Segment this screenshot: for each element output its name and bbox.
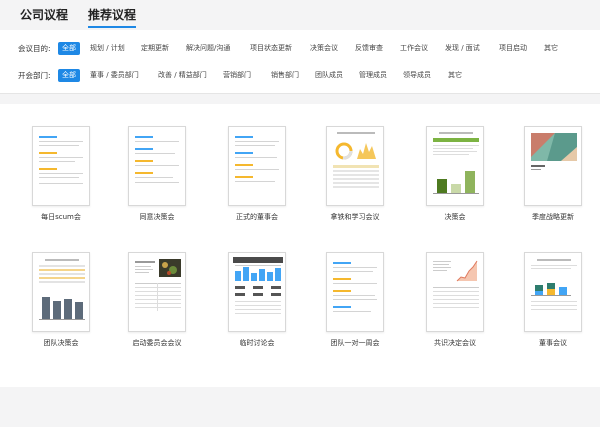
bar-chart-thumbnail	[426, 126, 484, 206]
purpose-chip-all[interactable]: 全部	[58, 42, 80, 55]
kpi-table-thumbnail	[228, 252, 286, 332]
purpose-chip-regular-update[interactable]: 定期更新	[141, 42, 169, 55]
department-chip-other[interactable]: 其它	[448, 69, 462, 82]
department-chip-lean[interactable]: 改善 / 精益部门	[158, 69, 207, 82]
department-chip-sales[interactable]: 销售部门	[271, 69, 299, 82]
template-label: 拿铁和学习会议	[330, 213, 380, 221]
template-grid: 每日scum会 同意决策会 正式的董事会 拿铁和学习会议 决策会 季度战略更新 …	[0, 104, 600, 387]
cover-image-thumbnail	[524, 126, 582, 206]
photo-table-thumbnail	[128, 252, 186, 332]
template-label: 每日scum会	[41, 213, 81, 221]
department-chip-all[interactable]: 全部	[58, 69, 80, 82]
template-label: 临时讨论会	[239, 339, 275, 347]
line-chart-thumbnail	[426, 252, 484, 332]
agenda-lines-thumbnail	[32, 126, 90, 206]
department-chip-management[interactable]: 管理成员	[359, 69, 387, 82]
top-tab-bar: 公司议程 推荐议程	[0, 0, 600, 30]
purpose-filter-label: 会议目的:	[18, 44, 51, 53]
tab-company-agenda[interactable]: 公司议程	[20, 6, 68, 23]
agenda-lines-thumbnail	[128, 126, 186, 206]
template-label: 启动委员会会议	[132, 339, 182, 347]
agenda-lines-thumbnail	[326, 252, 384, 332]
purpose-chip-discovery-interview[interactable]: 发现 / 面试	[445, 42, 480, 55]
department-chip-team-members[interactable]: 团队成员	[315, 69, 343, 82]
tab-recommended-agenda[interactable]: 推荐议程	[88, 6, 136, 23]
template-label: 董事会议	[539, 339, 567, 347]
stacked-chart-thumbnail	[524, 252, 582, 332]
purpose-chip-other[interactable]: 其它	[544, 42, 558, 55]
template-label: 季度战略更新	[532, 213, 574, 221]
purpose-chip-decision[interactable]: 决策会议	[310, 42, 338, 55]
department-chip-leadership[interactable]: 领导成员	[403, 69, 431, 82]
department-chip-marketing[interactable]: 营销部门	[223, 69, 251, 82]
purpose-chip-working[interactable]: 工作会议	[400, 42, 428, 55]
template-label: 同意决策会	[139, 213, 175, 221]
template-label: 决策会	[444, 213, 466, 221]
active-tab-indicator	[88, 26, 136, 28]
filter-panel: 会议目的: 全部 规划 / 计划 定期更新 解决问题/沟通 项目状态更新 决策会…	[0, 30, 600, 94]
purpose-chip-problem-solving[interactable]: 解决问题/沟通	[186, 42, 230, 55]
purpose-chip-project-status[interactable]: 项目状态更新	[250, 42, 292, 55]
department-filter-label: 开会部门:	[18, 71, 51, 80]
department-chip-board[interactable]: 董事 / 委员部门	[90, 69, 139, 82]
purpose-chip-planning[interactable]: 规划 / 计划	[90, 42, 125, 55]
purpose-chip-feedback-review[interactable]: 反馈审查	[355, 42, 383, 55]
template-label: 团队一对一周会	[330, 339, 380, 347]
template-label: 团队决策会	[43, 339, 79, 347]
donut-chart-thumbnail	[326, 126, 384, 206]
agenda-lines-thumbnail	[228, 126, 286, 206]
purpose-chip-project-kickoff[interactable]: 项目启动	[499, 42, 527, 55]
template-label: 共识决定会议	[434, 339, 476, 347]
template-label: 正式的董事会	[236, 213, 278, 221]
column-chart-thumbnail	[32, 252, 90, 332]
